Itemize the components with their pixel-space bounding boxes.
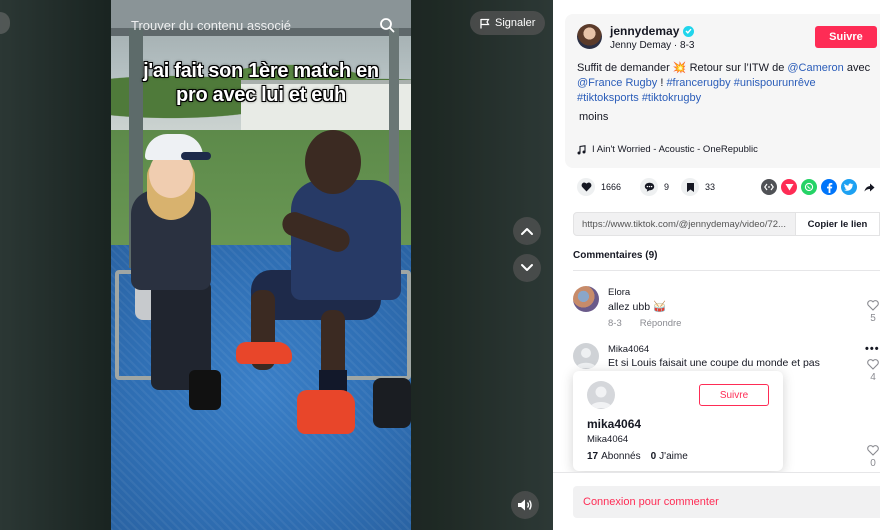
save-count: 33 xyxy=(705,182,716,192)
send-icon[interactable] xyxy=(781,179,797,195)
comment-icon[interactable] xyxy=(640,178,658,196)
heart-icon[interactable] xyxy=(577,178,595,196)
video-link-box: https://www.tiktok.com/@jennydemay/video… xyxy=(573,212,880,236)
comment-like-count: 0 xyxy=(870,458,876,469)
commenter-avatar[interactable] xyxy=(573,286,599,312)
follow-button[interactable]: Suivre xyxy=(815,26,877,48)
copy-link-button[interactable]: Copier le lien xyxy=(795,213,879,235)
video-caption: j'ai fait son 1ère match en pro avec lui… xyxy=(143,60,379,106)
heart-outline-icon[interactable] xyxy=(867,445,879,456)
hashtag-link[interactable]: #unispourunrêve xyxy=(734,77,816,89)
action-bar: 1666 9 33 xyxy=(553,178,880,200)
popup-avatar[interactable] xyxy=(587,381,615,409)
tiktok-video-page: j'ai fait son 1ère match en pro avec lui… xyxy=(0,0,880,530)
comment-like[interactable]: 0 xyxy=(864,445,880,469)
author-avatar[interactable] xyxy=(577,24,602,49)
volume-button[interactable] xyxy=(511,491,539,519)
facebook-icon[interactable] xyxy=(821,179,837,195)
music-note-icon xyxy=(577,144,586,154)
show-less-button[interactable]: moins xyxy=(579,111,608,123)
commenter-name[interactable]: Mika4064 xyxy=(608,344,649,355)
hashtag-link[interactable]: #tiktoksports xyxy=(577,92,639,104)
comment-meta: 8-3 Répondre xyxy=(608,318,681,329)
details-panel: jennydemay Jenny Demay · 8-3 Suivre Suff… xyxy=(553,0,880,530)
popup-username[interactable]: mika4064 xyxy=(587,417,641,431)
popup-follow-button[interactable]: Suivre xyxy=(699,384,769,406)
comment-count: 9 xyxy=(664,182,670,192)
chevron-up-icon xyxy=(521,228,533,235)
comment-text: allez ubb 🥁 xyxy=(608,301,667,313)
report-button[interactable]: Signaler xyxy=(470,11,546,35)
popup-stats: 17 Abonnés 0 J'aime xyxy=(587,451,688,462)
music-title: I Ain't Worried - Acoustic - OneRepublic xyxy=(592,144,758,155)
reply-button[interactable]: Répondre xyxy=(640,318,682,329)
twitter-icon[interactable] xyxy=(841,179,857,195)
music-link[interactable]: I Ain't Worried - Acoustic - OneRepublic xyxy=(577,144,758,155)
heart-outline-icon[interactable] xyxy=(867,300,879,311)
bookmark-icon[interactable] xyxy=(681,178,699,196)
profile-hover-card: Suivre mika4064 Mika4064 17 Abonnés 0 J'ai… xyxy=(573,371,783,471)
flag-icon xyxy=(480,18,490,28)
post-info-card: jennydemay Jenny Demay · 8-3 Suivre Suff… xyxy=(565,14,880,168)
likes-label: J'aime xyxy=(659,451,688,462)
share-arrow-icon[interactable] xyxy=(861,179,877,195)
share-icons xyxy=(761,179,877,195)
whatsapp-icon[interactable] xyxy=(801,179,817,195)
verified-badge-icon xyxy=(683,25,695,37)
video-url[interactable]: https://www.tiktok.com/@jennydemay/video… xyxy=(574,219,795,230)
hashtag-link[interactable]: #francerugby xyxy=(666,77,730,89)
popup-nickname: Mika4064 xyxy=(587,434,629,445)
commenter-name[interactable]: Elora xyxy=(608,287,630,298)
followers-count: 17 xyxy=(587,451,599,462)
video-area: j'ai fait son 1ère match en pro avec lui… xyxy=(0,0,553,530)
explosion-emoji: 💥 xyxy=(672,62,687,74)
like-count: 1666 xyxy=(601,182,622,192)
divider xyxy=(573,270,880,271)
report-label: Signaler xyxy=(495,17,536,29)
search-placeholder: Trouver du contenu associé xyxy=(131,17,291,33)
comment-text: Et si Louis faisait une coupe du monde e… xyxy=(608,357,820,369)
author-nickname: Jenny Demay xyxy=(610,40,672,51)
author-username-row[interactable]: jennydemay xyxy=(610,24,695,38)
login-to-comment-button[interactable]: Connexion pour commenter xyxy=(573,486,880,518)
author-username[interactable]: jennydemay xyxy=(610,24,679,38)
like-action[interactable]: 1666 xyxy=(577,178,621,196)
comment-like[interactable]: 5 xyxy=(864,300,880,324)
hashtag-link[interactable]: #tiktokrugby xyxy=(642,92,701,104)
post-description: Suffit de demander 💥 Retour sur l’ITW de… xyxy=(577,62,871,104)
search-icon[interactable] xyxy=(379,17,395,33)
mention-link[interactable]: @Cameron xyxy=(787,62,843,74)
comments-heading: Commentaires (9) xyxy=(573,250,658,261)
commenter-avatar[interactable] xyxy=(573,343,599,369)
followers-label: Abonnés xyxy=(601,451,641,462)
chevron-down-icon xyxy=(521,264,533,271)
comment-like-count: 4 xyxy=(870,372,876,383)
author-nickname-row: Jenny Demay · 8-3 xyxy=(610,40,695,51)
related-search-bar[interactable]: Trouver du contenu associé xyxy=(117,9,405,41)
heart-outline-icon[interactable] xyxy=(867,359,879,370)
comment-date: 8-3 xyxy=(608,318,622,329)
comment-login-bar: Connexion pour commenter xyxy=(553,472,880,530)
mention-link[interactable]: @France Rugby xyxy=(577,77,657,89)
more-options-icon[interactable]: ••• xyxy=(865,343,880,355)
comment-action[interactable]: 9 xyxy=(640,178,669,196)
video-player[interactable]: j'ai fait son 1ère match en pro avec lui… xyxy=(111,0,411,530)
embed-icon[interactable] xyxy=(761,179,777,195)
post-date: 8-3 xyxy=(680,40,695,51)
next-video-button[interactable] xyxy=(513,254,541,282)
volume-icon xyxy=(518,499,532,511)
previous-video-button[interactable] xyxy=(513,217,541,245)
comment-like[interactable]: 4 xyxy=(864,359,880,383)
comment-like-count: 5 xyxy=(870,313,876,324)
likes-count: 0 xyxy=(650,451,657,462)
save-action[interactable]: 33 xyxy=(681,178,715,196)
